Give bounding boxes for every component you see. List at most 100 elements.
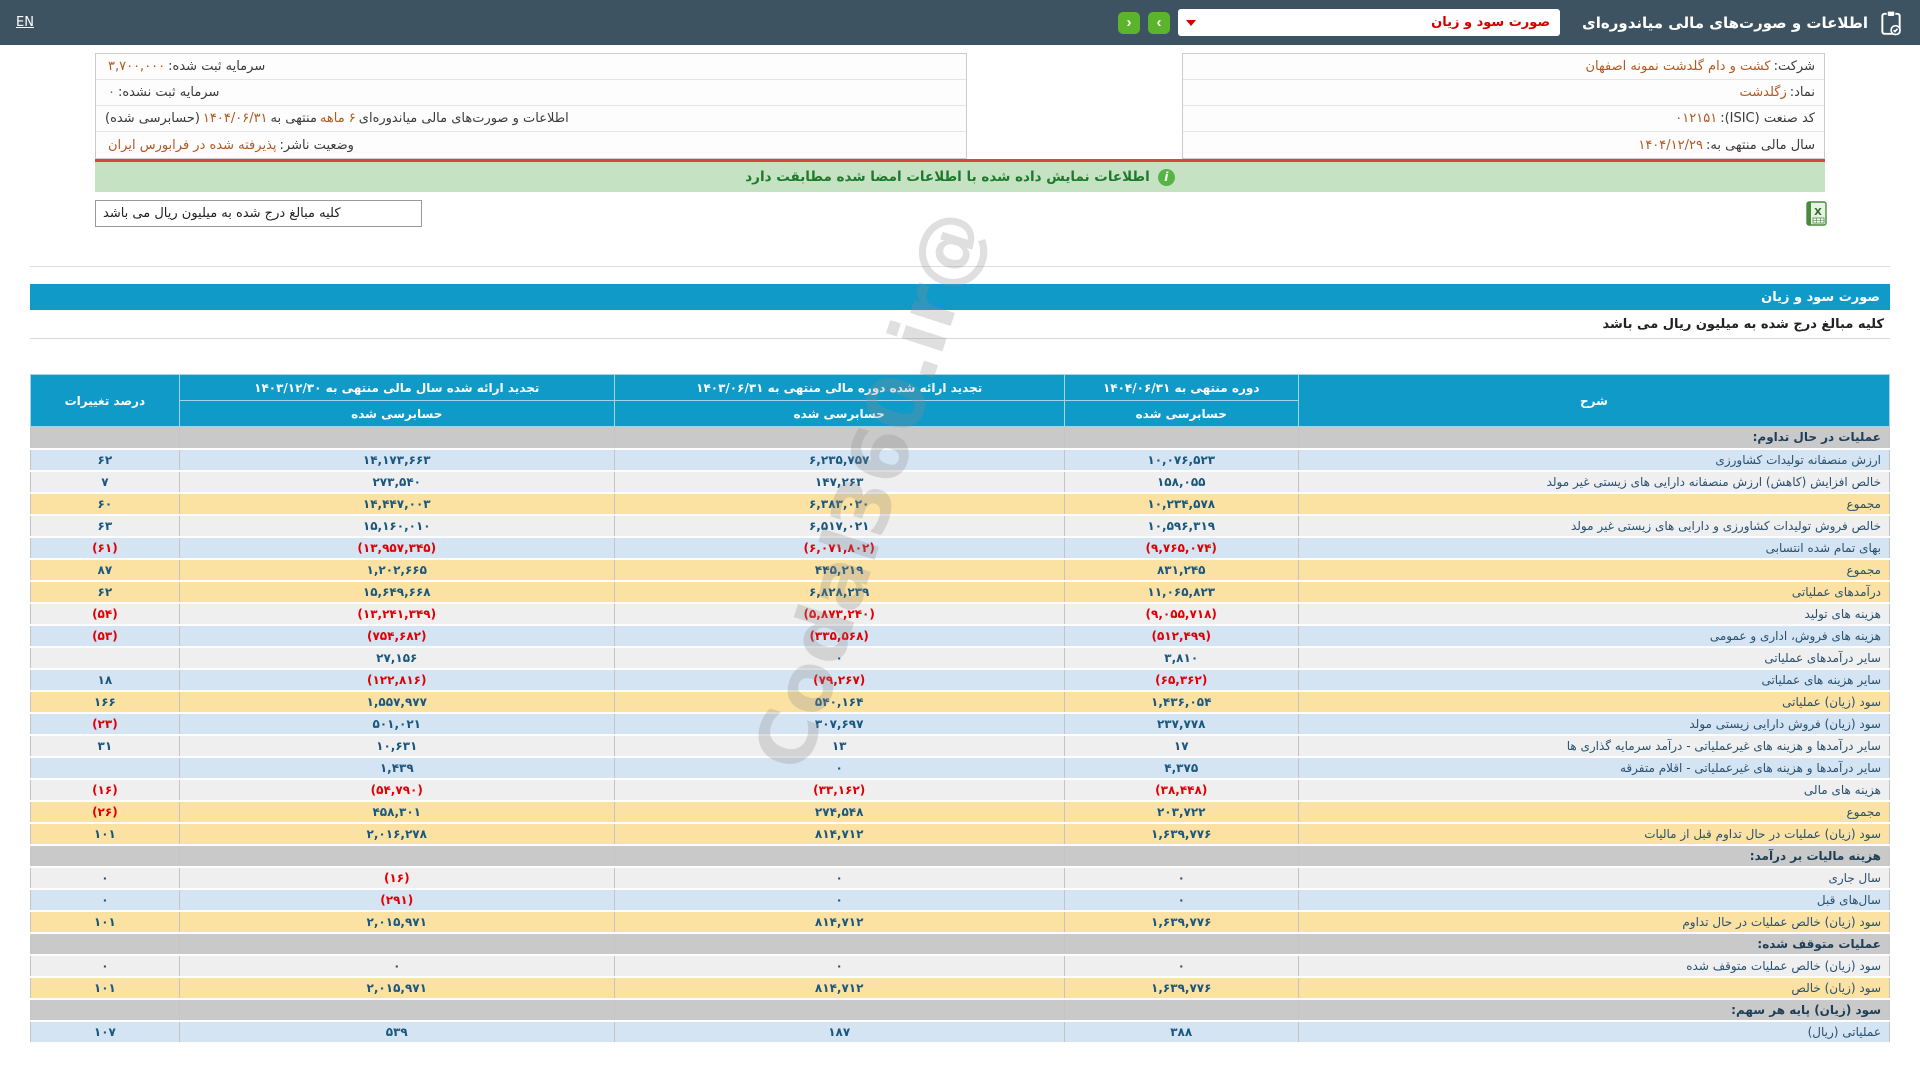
value-year: (۵۴,۷۹۰) xyxy=(178,778,615,802)
table-row: عملیاتی (ریال) ۳۸۸ ۱۸۷ ۵۳۹ ۱۰۷ xyxy=(30,1020,1891,1044)
info-value: ۱۴۰۴/۱۲/۲۹ xyxy=(1638,137,1703,153)
desc-cell: سایر درآمدها و هزینه های غیرعملیاتی - در… xyxy=(1297,734,1891,758)
desc-cell: سایر هزینه های عملیاتی xyxy=(1297,668,1891,692)
value-prior xyxy=(613,844,1065,868)
value-prior: (۵,۸۷۳,۲۴۰) xyxy=(613,602,1065,626)
value-current: ۰ xyxy=(1063,866,1299,890)
top-navigation-bar: اطلاعات و صورت‌های مالی میاندوره‌ای صورت… xyxy=(0,0,1920,45)
value-year: ۲,۰۱۵,۹۷۱ xyxy=(178,910,615,934)
table-row: ارزش منصفانه تولیدات کشاورزی ۱۰,۰۷۶,۵۲۳ ۶,… xyxy=(30,448,1891,472)
value-change-percent: (۵۳) xyxy=(30,624,180,648)
value-year: (۷۵۴,۶۸۲) xyxy=(178,624,615,648)
value-year: ۱۰,۶۳۱ xyxy=(178,734,615,758)
desc-cell: هزینه های فروش، اداری و عمومی xyxy=(1297,624,1891,648)
value-year xyxy=(178,426,615,450)
value-current: ۴,۳۷۵ xyxy=(1063,756,1299,780)
company-info-left-box: سرمایه ثبت شده: ۳,۷۰۰,۰۰۰ سرمایه ثبت نشد… xyxy=(95,53,967,159)
income-statement-section: صورت سود و زیان کلیه مبالغ درج شده به می… xyxy=(30,284,1891,1044)
clipboard-report-icon xyxy=(1878,10,1904,36)
value-prior: (۳۳۵,۵۶۸) xyxy=(613,624,1065,648)
excel-export-icon[interactable]: X xyxy=(1804,200,1830,228)
info-label: شرکت: xyxy=(1773,59,1815,74)
desc-cell: مجموع xyxy=(1297,558,1891,582)
value-change-percent: ۱۰۷ xyxy=(30,1020,180,1044)
audited-label: حسابرسی شده xyxy=(613,400,1065,427)
previous-statement-button[interactable]: ‹ xyxy=(1118,11,1141,34)
value-change-percent: ۳۱ xyxy=(30,734,180,758)
desc-cell: درآمدهای عملیاتی xyxy=(1297,580,1891,604)
dropdown-selected-value: صورت سود و زیان xyxy=(1431,15,1551,30)
table-row: سال‌های قبل ۰ ۰ (۲۹۱) ۰ xyxy=(30,888,1891,912)
desc-cell: سال‌های قبل xyxy=(1297,888,1891,912)
value-prior: ۸۱۴,۷۱۲ xyxy=(613,976,1065,1000)
info-value: پذیرفته شده در فرابورس ایران xyxy=(108,137,277,153)
next-statement-button[interactable]: › xyxy=(1148,11,1171,34)
table-row: سال جاری ۰ ۰ (۱۶) ۰ xyxy=(30,866,1891,890)
desc-cell: سال جاری xyxy=(1297,866,1891,890)
col-header-prior-period: تجدید ارائه شده دوره مالی منتهی به ۱۴۰۳/… xyxy=(613,374,1065,401)
value-change-percent: ۰ xyxy=(30,888,180,912)
info-label: (حسابرسی شده) xyxy=(105,111,200,126)
value-current: (۹,۷۶۵,۰۷۴) xyxy=(1063,536,1299,560)
value-current xyxy=(1063,932,1299,956)
company-info-right-box: شرکت: کشت و دام گلدشت نمونه اصفهان نماد:… xyxy=(1182,53,1825,159)
signature-match-banner: i اطلاعات نمایش داده شده با اطلاعات امضا… xyxy=(95,162,1825,192)
value-year xyxy=(178,932,615,956)
value-year: (۱۲۲,۸۱۶) xyxy=(178,668,615,692)
value-change-percent: ۱۰۱ xyxy=(30,910,180,934)
info-row-right: نماد: زگلدشت xyxy=(1183,80,1824,106)
units-toolbar: X کلیه مبالغ درج شده به میلیون ریال می ب… xyxy=(95,200,1830,228)
info-label: نماد: xyxy=(1789,85,1815,100)
value-year: ۲,۰۱۶,۲۷۸ xyxy=(178,822,615,846)
desc-cell: مجموع xyxy=(1297,492,1891,516)
value-prior: (۶,۰۷۱,۸۰۲) xyxy=(613,536,1065,560)
value-prior: ۰ xyxy=(613,866,1065,890)
desc-cell: خالص فروش تولیدات کشاورزی و دارایی های ز… xyxy=(1297,514,1891,538)
value-current: ۸۳۱,۲۴۵ xyxy=(1063,558,1299,582)
section-divider xyxy=(30,266,1890,267)
table-row: سود (زیان) خالص ۱,۶۳۹,۷۷۶ ۸۱۴,۷۱۲ ۲,۰۱۵,۹۷۱… xyxy=(30,976,1891,1000)
value-current: ۱,۶۳۹,۷۷۶ xyxy=(1063,976,1299,1000)
company-info-section: شرکت: کشت و دام گلدشت نمونه اصفهان نماد:… xyxy=(95,53,1825,159)
table-row: سود (زیان) عملیات در حال تداوم قبل از ما… xyxy=(30,822,1891,846)
desc-cell: سود (زیان) خالص xyxy=(1297,976,1891,1000)
value-prior: ۲۷۴,۵۴۸ xyxy=(613,800,1065,824)
table-row: مجموع ۱۰,۲۳۴,۵۷۸ ۶,۳۸۳,۰۲۰ ۱۴,۴۴۷,۰۰۳ ۶۰ xyxy=(30,492,1891,516)
chevron-down-icon xyxy=(1186,20,1197,26)
value-year: ۰ xyxy=(178,954,615,978)
value-change-percent: ۸۷ xyxy=(30,558,180,582)
value-prior: ۶,۲۳۵,۷۵۷ xyxy=(613,448,1065,472)
info-label: اطلاعات و صورت‌های مالی میاندوره‌ای xyxy=(358,111,569,126)
statement-type-dropdown[interactable]: صورت سود و زیان xyxy=(1178,9,1561,36)
col-header-change-percent: درصد تغییرات xyxy=(30,374,180,427)
value-prior: (۳۳,۱۶۲) xyxy=(613,778,1065,802)
desc-cell: سود (زیان) فروش دارایی زیستی مولد xyxy=(1297,712,1891,736)
table-row: هزینه های تولید (۹,۰۵۵,۷۱۸) (۵,۸۷۳,۲۴۰) (۱۳… xyxy=(30,602,1891,626)
table-row: سود (زیان) خالص عملیات متوقف شده ۰ ۰ ۰ ۰ xyxy=(30,954,1891,978)
value-change-percent xyxy=(30,932,180,956)
desc-cell: سود (زیان) خالص عملیات متوقف شده xyxy=(1297,954,1891,978)
value-year: (۱۳,۲۴۱,۳۴۹) xyxy=(178,602,615,626)
value-prior: ۶,۳۸۳,۰۲۰ xyxy=(613,492,1065,516)
value-current: ۱۷ xyxy=(1063,734,1299,758)
section-row: سود (زیان) پایه هر سهم: xyxy=(30,998,1891,1022)
value-prior xyxy=(613,426,1065,450)
desc-cell: سود (زیان) پایه هر سهم: xyxy=(1297,998,1891,1022)
table-row: سود (زیان) عملیاتی ۱,۴۳۶,۰۵۴ ۵۴۰,۱۶۴ ۱,۵۵۷,… xyxy=(30,690,1891,714)
value-prior: ۱۳ xyxy=(613,734,1065,758)
table-row: مجموع ۲۰۳,۷۲۲ ۲۷۴,۵۴۸ ۴۵۸,۳۰۱ (۲۶) xyxy=(30,800,1891,824)
value-prior: ۰ xyxy=(613,888,1065,912)
english-language-link[interactable]: EN xyxy=(16,15,34,30)
audited-label: حسابرسی شده xyxy=(178,400,615,427)
value-year: ۲,۰۱۵,۹۷۱ xyxy=(178,976,615,1000)
info-value: زگلدشت xyxy=(1739,85,1787,100)
value-year: ۱۵,۱۶۰,۰۱۰ xyxy=(178,514,615,538)
desc-cell: عملیات در حال تداوم: xyxy=(1297,426,1891,450)
value-current: ۱۵۸,۰۵۵ xyxy=(1063,470,1299,494)
value-current: (۵۱۲,۴۹۹) xyxy=(1063,624,1299,648)
value-current: ۱,۶۳۹,۷۷۶ xyxy=(1063,822,1299,846)
info-label: منتهی به xyxy=(270,111,317,126)
value-change-percent: (۵۴) xyxy=(30,602,180,626)
info-value: ۰ xyxy=(108,85,115,100)
info-label: سرمایه ثبت نشده: xyxy=(117,85,220,100)
